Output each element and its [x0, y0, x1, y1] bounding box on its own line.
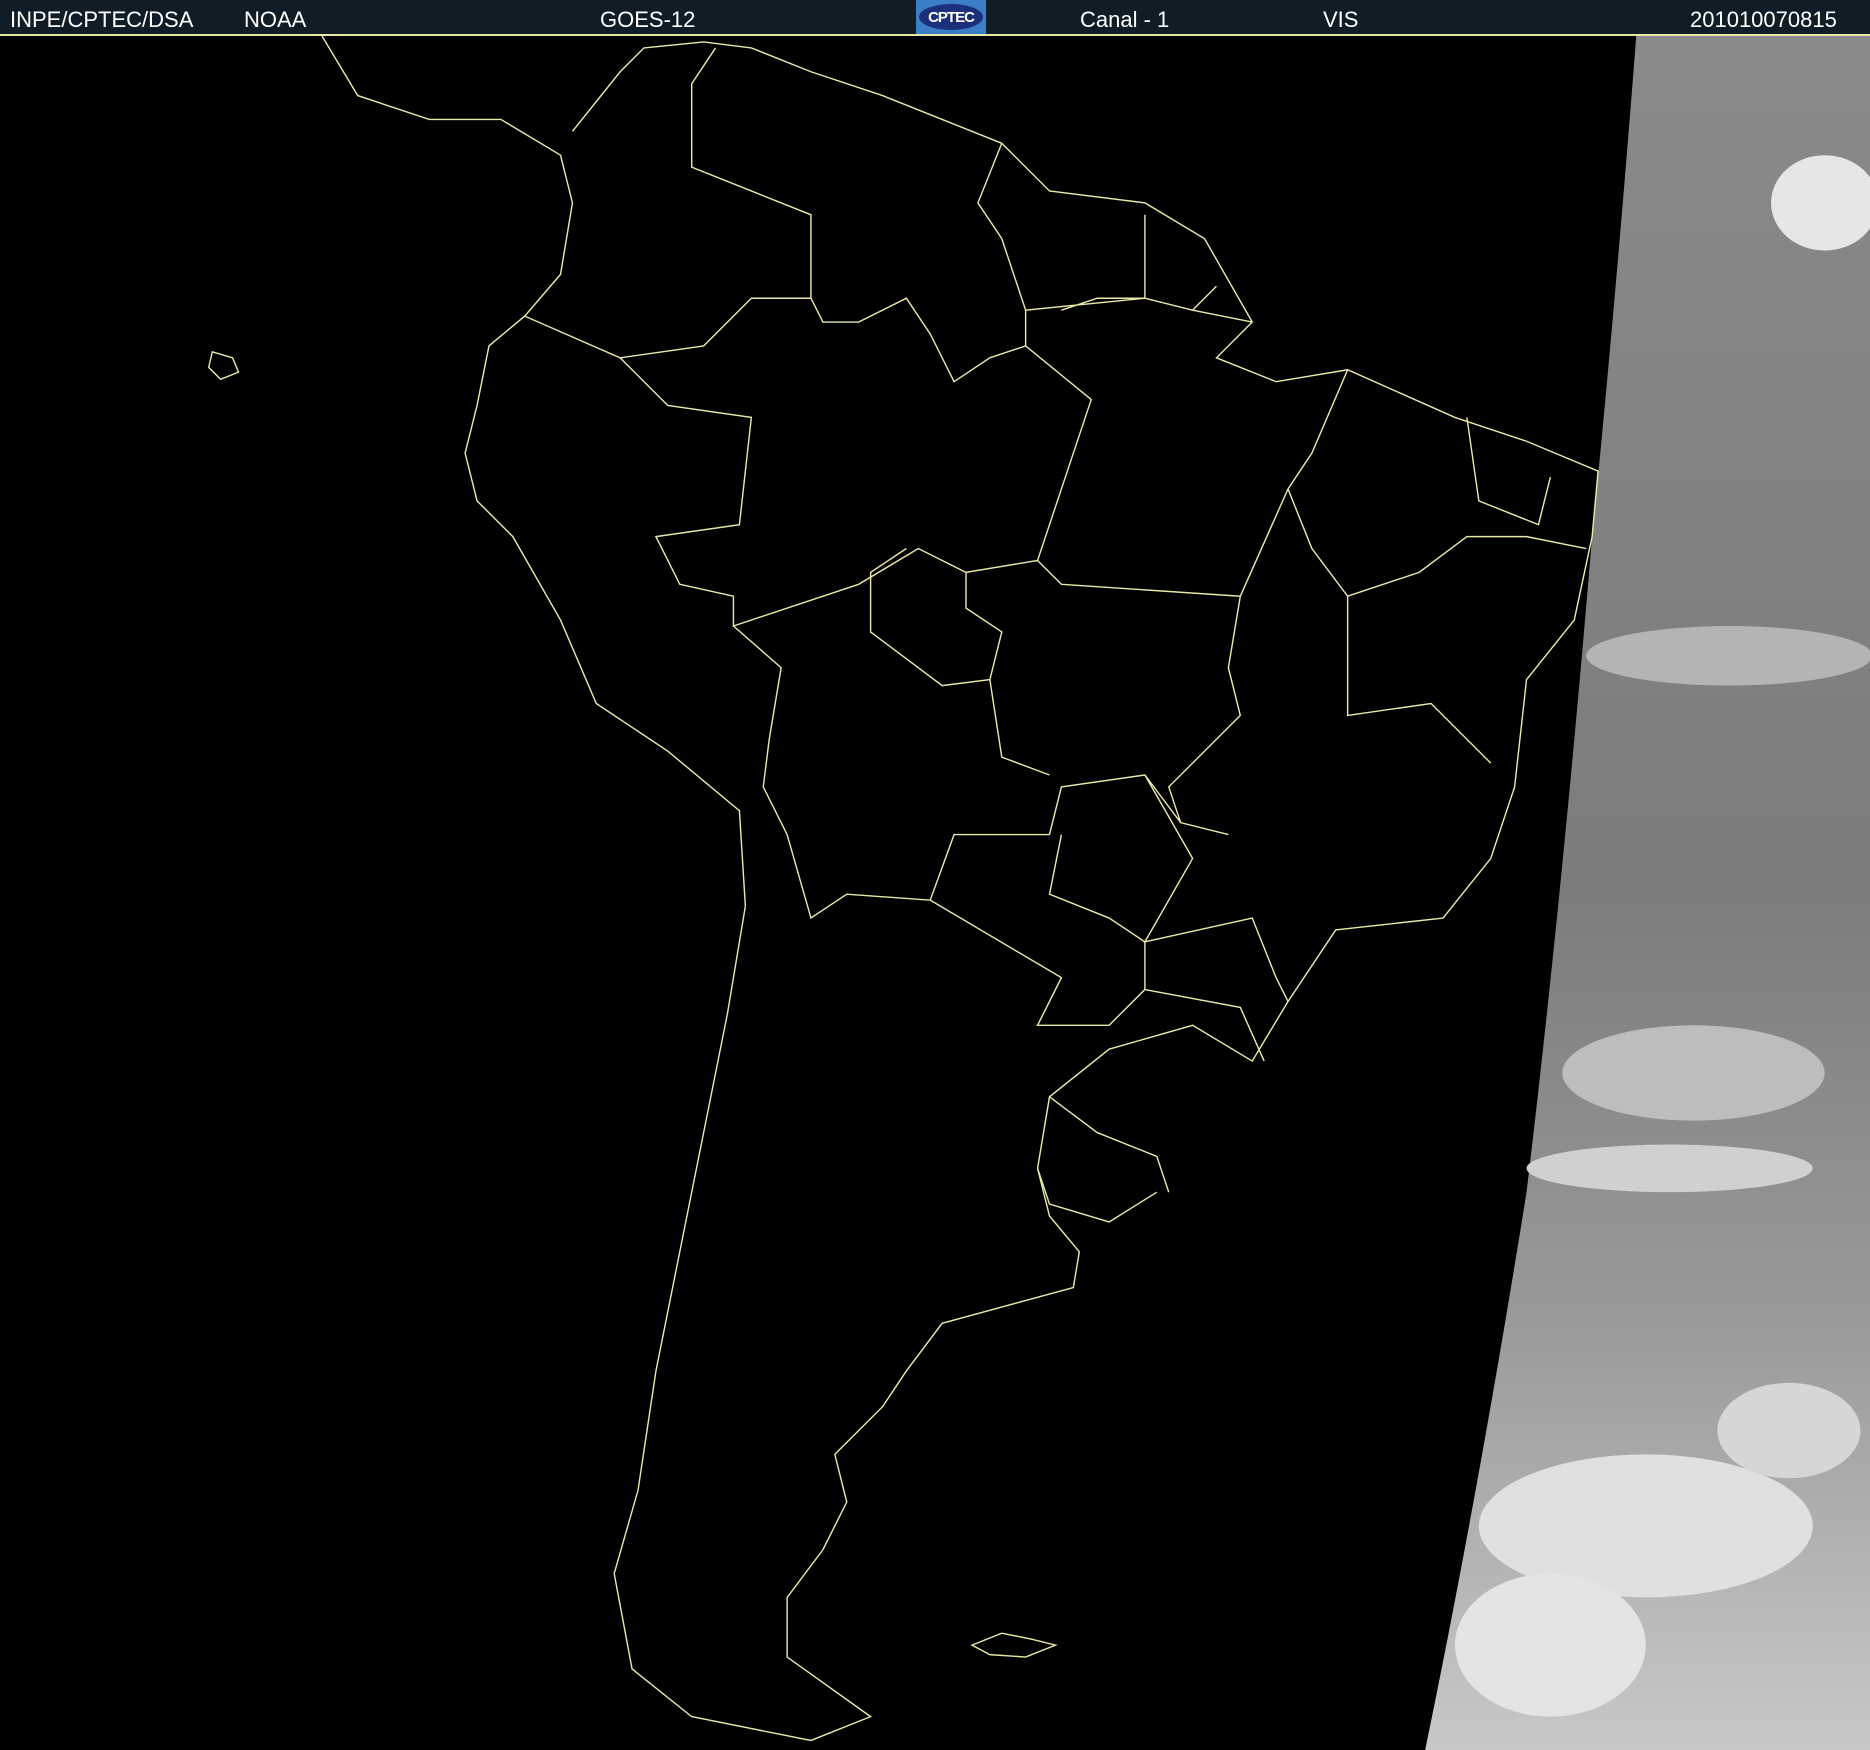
- band-label: VIS: [1323, 7, 1359, 32]
- image-header: INPE/CPTEC/DSA NOAA GOES-12 CPTEC Canal …: [0, 0, 1870, 36]
- logo-text: CPTEC: [919, 4, 983, 30]
- cptec-logo: CPTEC: [916, 0, 986, 34]
- satellite-label: GOES-12: [600, 7, 696, 32]
- satellite-map: [0, 36, 1870, 1750]
- agency-label: NOAA: [244, 7, 307, 32]
- institution-label: INPE/CPTEC/DSA: [10, 7, 194, 32]
- timestamp-label: 201010070815: [1690, 7, 1837, 32]
- channel-label: Canal - 1: [1080, 7, 1170, 32]
